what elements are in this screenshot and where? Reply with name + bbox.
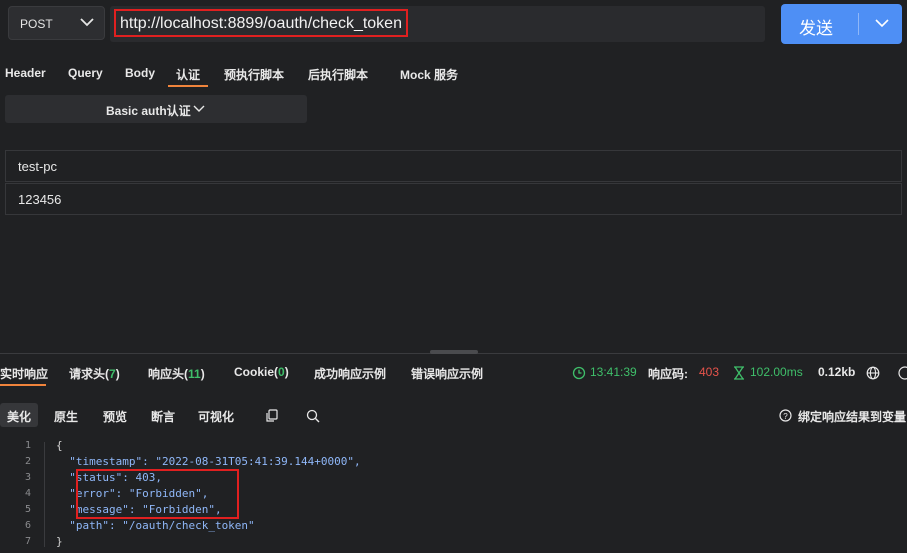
line-number: 4 xyxy=(24,488,31,499)
send-button[interactable]: 发送 xyxy=(781,4,902,44)
resize-handle[interactable] xyxy=(430,350,478,354)
copy-icon[interactable] xyxy=(266,409,278,422)
search-icon[interactable] xyxy=(306,409,320,423)
status-code-label: 响应码: xyxy=(648,367,688,381)
send-divider xyxy=(858,13,859,35)
active-response-tab-indicator xyxy=(0,384,46,386)
chevron-down-icon xyxy=(80,18,94,27)
view-tab-assert[interactable]: 断言 xyxy=(151,408,175,425)
code-line: { xyxy=(56,439,63,452)
help-icon: ? xyxy=(779,409,792,422)
line-number: 6 xyxy=(24,520,31,531)
response-size: 0.12kb xyxy=(818,365,856,379)
hourglass-icon xyxy=(734,366,744,380)
username-field[interactable]: test-pc xyxy=(5,150,902,182)
tab-body[interactable]: Body xyxy=(125,66,155,80)
password-value: 123456 xyxy=(18,192,62,207)
tab-error-example[interactable]: 错误响应示例 xyxy=(411,365,483,382)
line-number: 3 xyxy=(24,472,31,483)
auth-type-select[interactable]: Basic auth认证 xyxy=(5,95,307,123)
line-number: 7 xyxy=(24,536,31,547)
chevron-down-icon xyxy=(193,105,205,112)
status-code: 403 xyxy=(699,365,720,379)
view-tab-visualize[interactable]: 可视化 xyxy=(198,408,234,425)
line-number: 5 xyxy=(24,504,31,515)
method-select[interactable]: POST xyxy=(8,6,105,40)
tab-request-headers[interactable]: 请求头(7) xyxy=(69,365,120,382)
tab-realtime-response[interactable]: 实时响应 xyxy=(0,365,48,382)
tab-response-headers[interactable]: 响应头(11) xyxy=(148,365,205,382)
highlight-box xyxy=(76,469,239,519)
view-tab-pretty[interactable]: 美化 xyxy=(7,408,31,425)
url-input[interactable]: http://localhost:8899/oauth/check_token xyxy=(110,6,765,42)
code-line: "timestamp": "2022-08-31T05:41:39.144+00… xyxy=(56,455,361,468)
tab-header[interactable]: Header xyxy=(5,66,46,80)
code-line: } xyxy=(56,535,63,548)
send-label: 发送 xyxy=(799,19,833,38)
clock-icon xyxy=(572,366,586,380)
chevron-down-icon[interactable] xyxy=(875,19,889,28)
code-line: "path": "/oauth/check_token" xyxy=(56,519,255,532)
response-duration: 102.00ms xyxy=(750,365,803,379)
response-time: 13:41:39 xyxy=(590,365,637,379)
more-icon[interactable] xyxy=(898,366,907,380)
tab-pre-script[interactable]: 预执行脚本 xyxy=(224,66,284,83)
tab-auth[interactable]: 认证 xyxy=(176,66,200,83)
tab-cookie[interactable]: Cookie(0) xyxy=(234,365,289,379)
tab-post-script[interactable]: 后执行脚本 xyxy=(308,66,368,83)
tab-mock[interactable]: Mock 服务 xyxy=(400,66,458,83)
tab-query[interactable]: Query xyxy=(68,66,103,80)
url-text[interactable]: http://localhost:8899/oauth/check_token xyxy=(114,9,408,37)
line-number: 2 xyxy=(24,456,31,467)
svg-text:?: ? xyxy=(783,412,788,421)
tab-success-example[interactable]: 成功响应示例 xyxy=(314,365,386,382)
view-tab-raw[interactable]: 原生 xyxy=(54,408,78,425)
method-label: POST xyxy=(20,17,53,31)
bind-response-to-variable[interactable]: 绑定响应结果到变量 xyxy=(798,408,906,425)
line-number: 1 xyxy=(24,440,31,451)
active-tab-indicator xyxy=(168,85,208,87)
password-field[interactable]: 123456 xyxy=(5,183,902,215)
auth-type-label: Basic auth认证 xyxy=(106,104,191,118)
username-value: test-pc xyxy=(18,159,58,174)
view-tab-preview[interactable]: 预览 xyxy=(103,408,127,425)
globe-icon[interactable] xyxy=(866,366,880,380)
